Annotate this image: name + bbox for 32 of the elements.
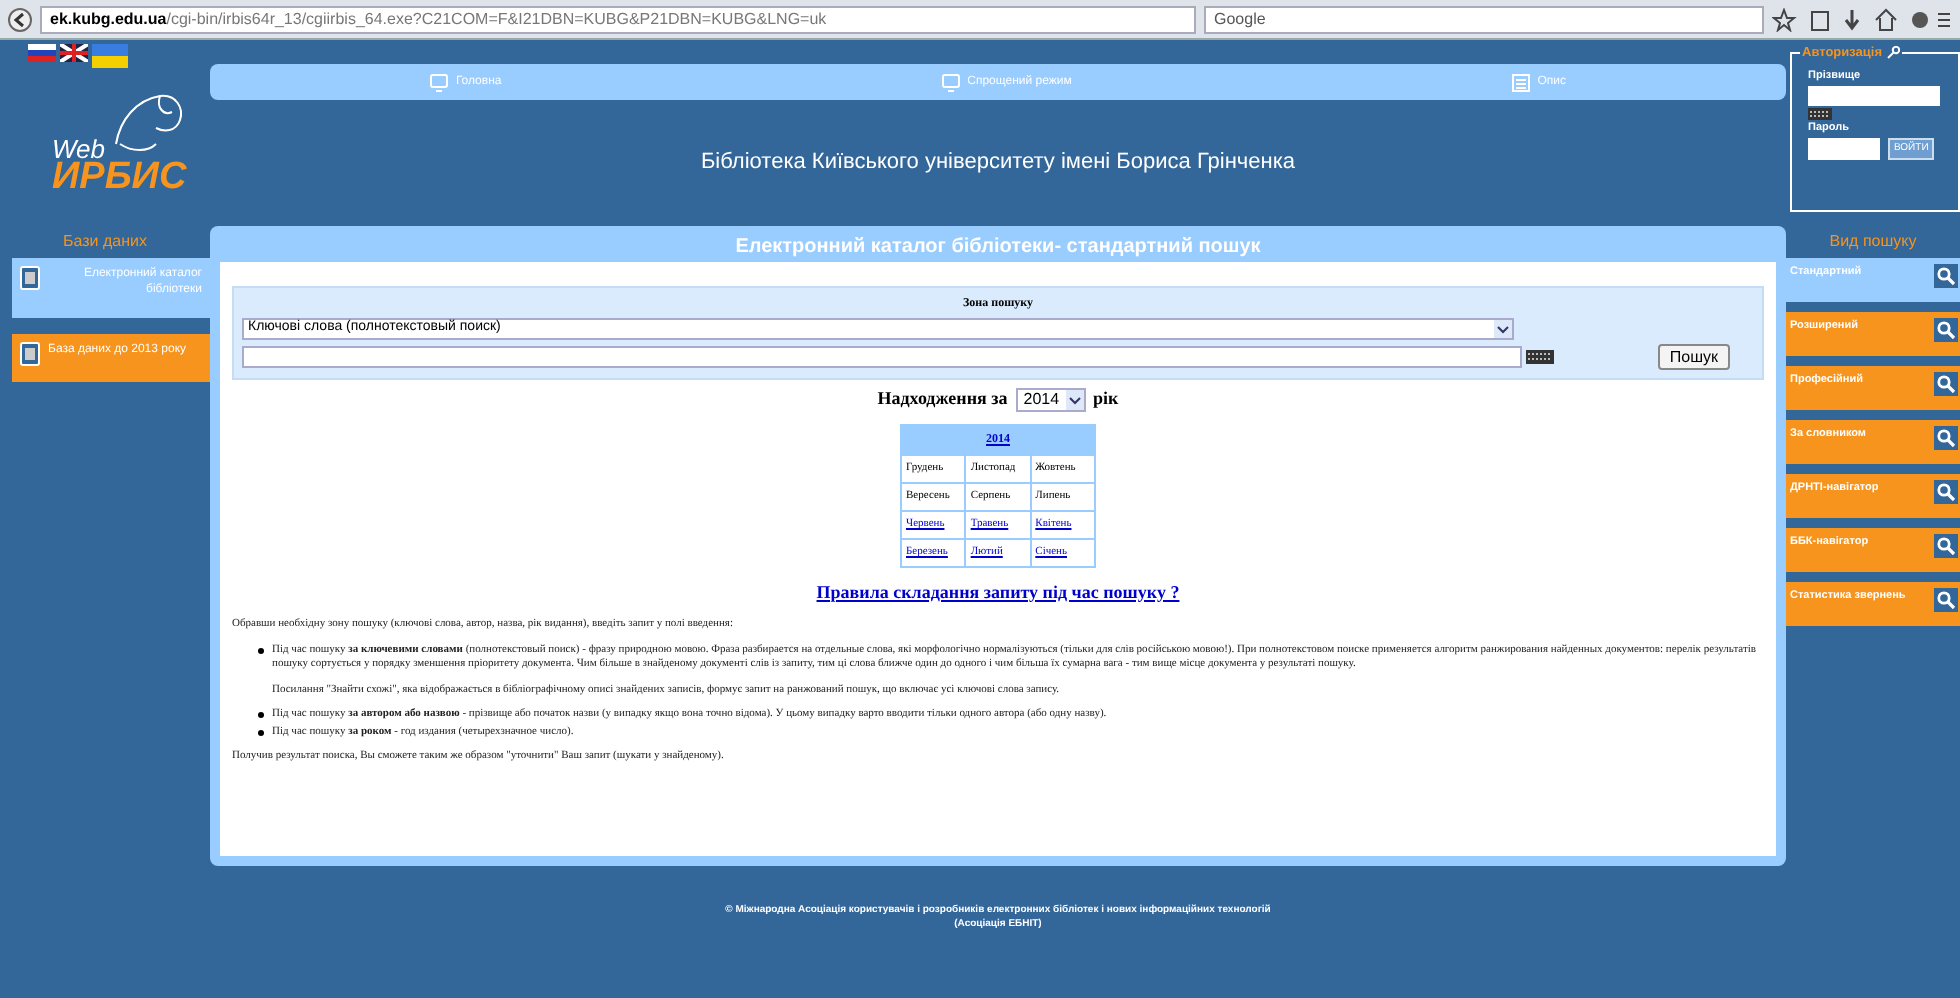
search-field[interactable]: Google bbox=[1204, 5, 1764, 33]
address-field[interactable]: ek.kubg.edu.ua/cgi-bin/irbis64r_13/cgiirbis_64.exe?C21COM=F&I21DBN=KUBG&P21DBN=KUBG&LNG=uk bbox=[40, 5, 1196, 33]
surname-input[interactable] bbox=[1808, 86, 1940, 106]
section-heading: Вид пошуку bbox=[1827, 230, 1919, 254]
toolbar-icons-drawing[interactable] bbox=[1772, 7, 1952, 31]
section-heading: Бази даних bbox=[61, 230, 149, 254]
site-logo[interactable]: Web ИРБИС bbox=[40, 84, 190, 204]
arrivals-label: рік bbox=[1093, 386, 1119, 412]
monitor-icon bbox=[429, 73, 448, 91]
document-icon bbox=[1511, 73, 1530, 91]
year-select[interactable]: 2014 bbox=[1015, 387, 1086, 412]
dropdown-arrow-icon bbox=[1494, 320, 1512, 338]
russian-flag-icon[interactable] bbox=[28, 44, 56, 62]
bullet-icon bbox=[258, 712, 264, 718]
bullet-icon bbox=[258, 647, 264, 653]
rules-link[interactable]: Правила складання запиту під час пошуку ? bbox=[816, 579, 1180, 606]
monitor-icon bbox=[941, 73, 960, 91]
password-input[interactable] bbox=[1808, 138, 1880, 160]
site-title: Бібліотека Київського університету імені Бориса Грінченка bbox=[700, 148, 1296, 179]
database-icon bbox=[20, 266, 40, 290]
search-button[interactable]: Пошук bbox=[1657, 344, 1730, 370]
british-flag-icon[interactable] bbox=[60, 44, 88, 62]
back-icon[interactable] bbox=[8, 7, 32, 31]
bullet-icon bbox=[258, 729, 264, 735]
database-icon bbox=[20, 342, 40, 366]
keyboard-icon[interactable] bbox=[1808, 108, 1832, 120]
logo-text: ИРБИС bbox=[52, 158, 187, 196]
keyboard-icon[interactable] bbox=[1526, 350, 1554, 364]
logo-text: Web bbox=[52, 136, 105, 162]
arrivals-label: Надходження за bbox=[877, 386, 1008, 412]
query-input[interactable] bbox=[242, 346, 1522, 368]
panel-title: Електронний каталог бібліотеки- стандартний пошук bbox=[733, 234, 1263, 262]
